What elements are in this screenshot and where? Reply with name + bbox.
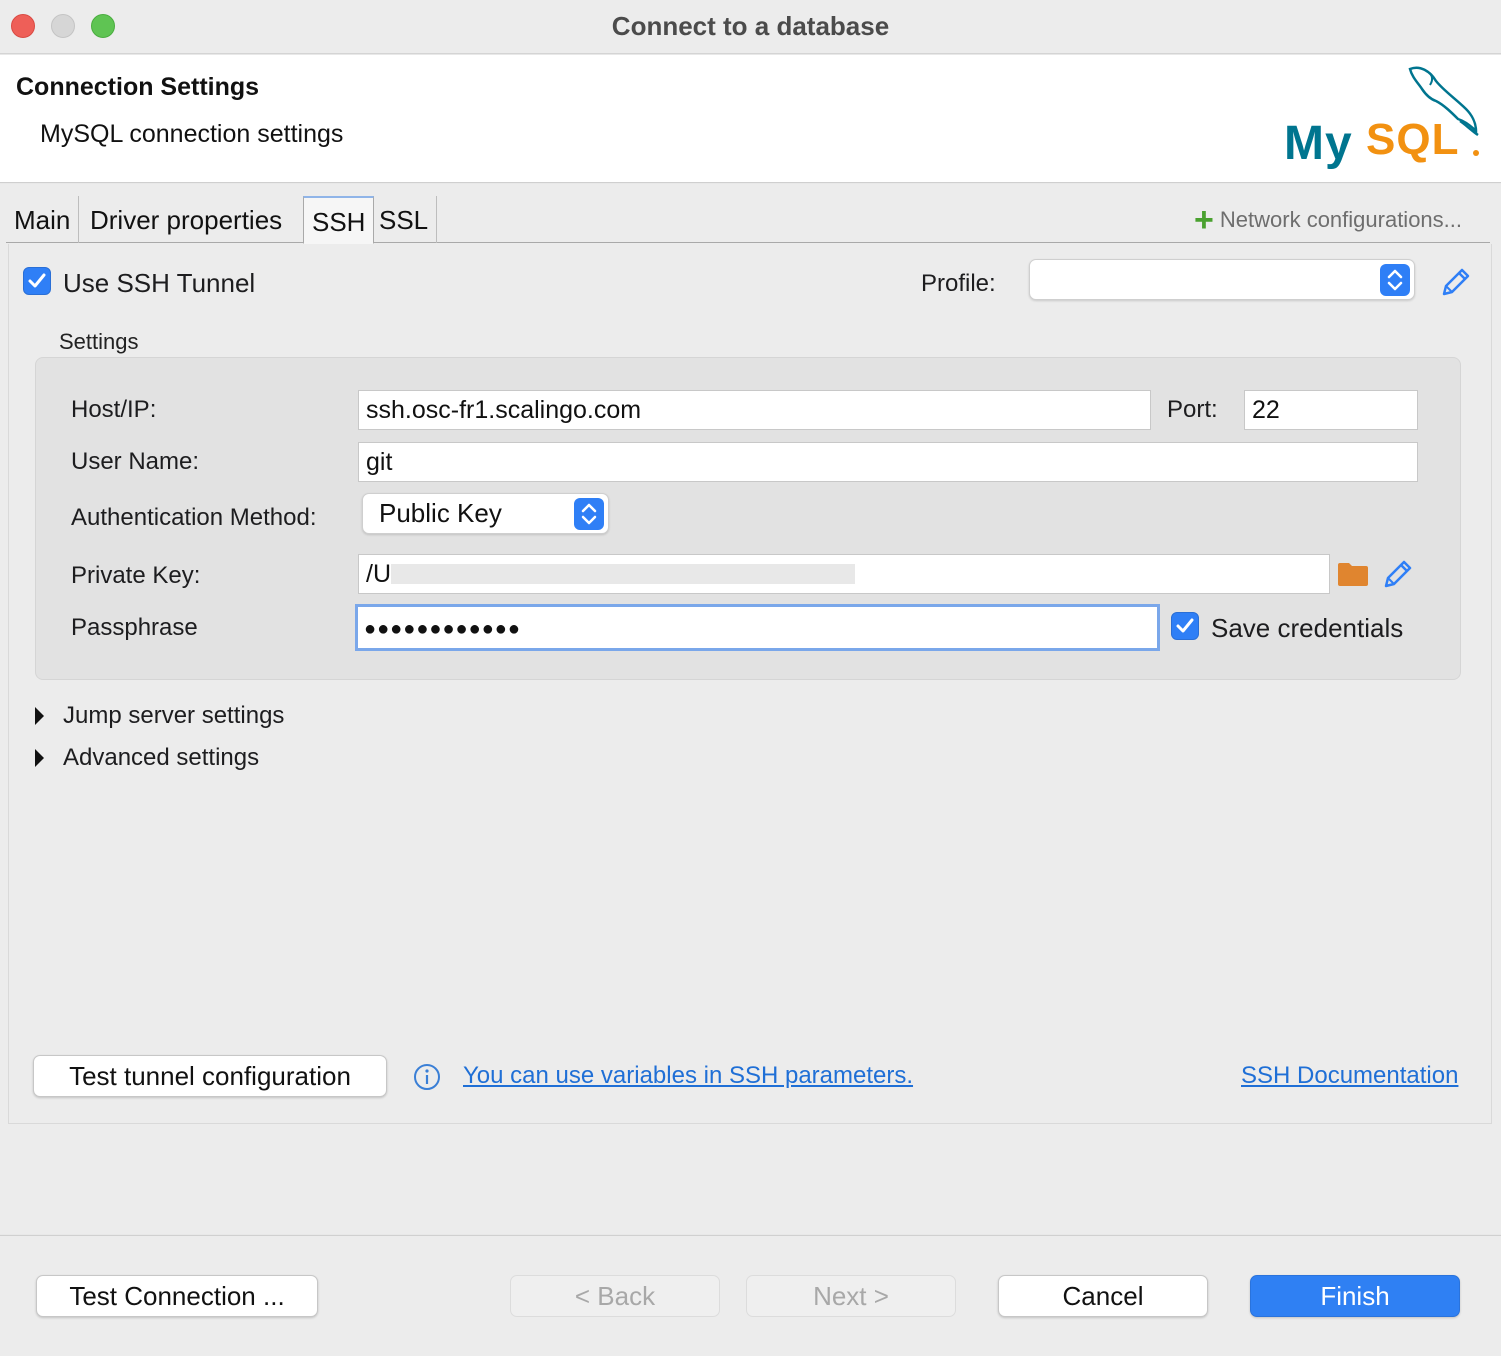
host-label: Host/IP:	[71, 396, 157, 423]
ssh-documentation-link[interactable]: SSH Documentation	[1241, 1062, 1458, 1090]
profile-select[interactable]	[1029, 259, 1415, 300]
passphrase-label: Passphrase	[71, 614, 198, 641]
back-button[interactable]: < Back	[510, 1275, 720, 1317]
user-name-label: User Name:	[71, 448, 200, 475]
stepper-icon	[574, 498, 604, 530]
jump-server-settings-toggle[interactable]: Jump server settings	[63, 702, 284, 730]
passphrase-input[interactable]: ●●●●●●●●●●●●	[355, 604, 1160, 651]
private-key-input[interactable]: /U	[358, 554, 1330, 594]
disclosure-triangle-icon[interactable]	[35, 707, 44, 725]
profile-label: Profile:	[921, 270, 996, 297]
stepper-icon	[1380, 264, 1410, 296]
tab-bar: Main Driver properties SSH SSL + Network …	[6, 196, 1490, 244]
cancel-button[interactable]: Cancel	[998, 1275, 1208, 1317]
edit-key-pencil-icon[interactable]	[1380, 558, 1414, 592]
checkmark-icon	[1176, 618, 1194, 633]
advanced-settings-toggle[interactable]: Advanced settings	[63, 744, 259, 772]
page-subtitle: MySQL connection settings	[40, 120, 344, 148]
auth-method-select[interactable]: Public Key	[362, 493, 609, 534]
folder-icon[interactable]	[1337, 561, 1369, 587]
mysql-logo-text: My	[1284, 117, 1353, 170]
port-input[interactable]: 22	[1244, 390, 1418, 430]
private-key-label: Private Key:	[71, 562, 201, 589]
ssh-variables-link[interactable]: You can use variables in SSH parameters.	[463, 1062, 913, 1090]
save-credentials-checkbox[interactable]	[1171, 612, 1199, 640]
window-title: Connect to a database	[611, 11, 890, 41]
test-connection-button[interactable]: Test Connection ...	[36, 1275, 318, 1317]
edit-profile-pencil-icon[interactable]	[1438, 266, 1472, 300]
save-credentials-label: Save credentials	[1211, 613, 1404, 643]
mysql-logo-text-sql: SQL	[1366, 115, 1459, 164]
checkmark-icon	[28, 273, 46, 288]
user-name-input[interactable]: git	[358, 442, 1418, 482]
info-icon	[414, 1064, 440, 1090]
tab-driver-properties[interactable]: Driver properties	[82, 196, 290, 243]
tab-ssl[interactable]: SSL	[371, 196, 438, 243]
auth-method-value: Public Key	[379, 498, 502, 528]
network-configurations-label: Network configurations...	[1219, 207, 1462, 232]
title-bar: Connect to a database	[0, 0, 1501, 54]
redacted-block	[391, 564, 855, 584]
dialog-header: Connection Settings MySQL connection set…	[0, 55, 1501, 183]
finish-button[interactable]: Finish	[1250, 1275, 1460, 1317]
use-ssh-tunnel-checkbox[interactable]	[23, 267, 51, 295]
page-title: Connection Settings	[16, 73, 260, 101]
auth-method-label: Authentication Method:	[71, 504, 317, 531]
mysql-logo: My SQL	[1284, 66, 1479, 170]
host-input[interactable]: ssh.osc-fr1.scalingo.com	[358, 390, 1151, 430]
tab-main[interactable]: Main	[6, 196, 80, 243]
plus-icon: +	[1194, 201, 1214, 239]
next-button[interactable]: Next >	[746, 1275, 956, 1317]
settings-group-title: Settings	[59, 329, 139, 354]
private-key-value: /U	[366, 560, 391, 588]
tab-ssh[interactable]: SSH	[303, 196, 375, 244]
use-ssh-tunnel-label: Use SSH Tunnel	[63, 268, 256, 298]
disclosure-triangle-icon[interactable]	[35, 749, 44, 767]
test-tunnel-button[interactable]: Test tunnel configuration	[33, 1055, 387, 1097]
port-label: Port:	[1167, 396, 1218, 423]
network-configurations-link[interactable]: + Network configurations...	[1194, 202, 1462, 238]
